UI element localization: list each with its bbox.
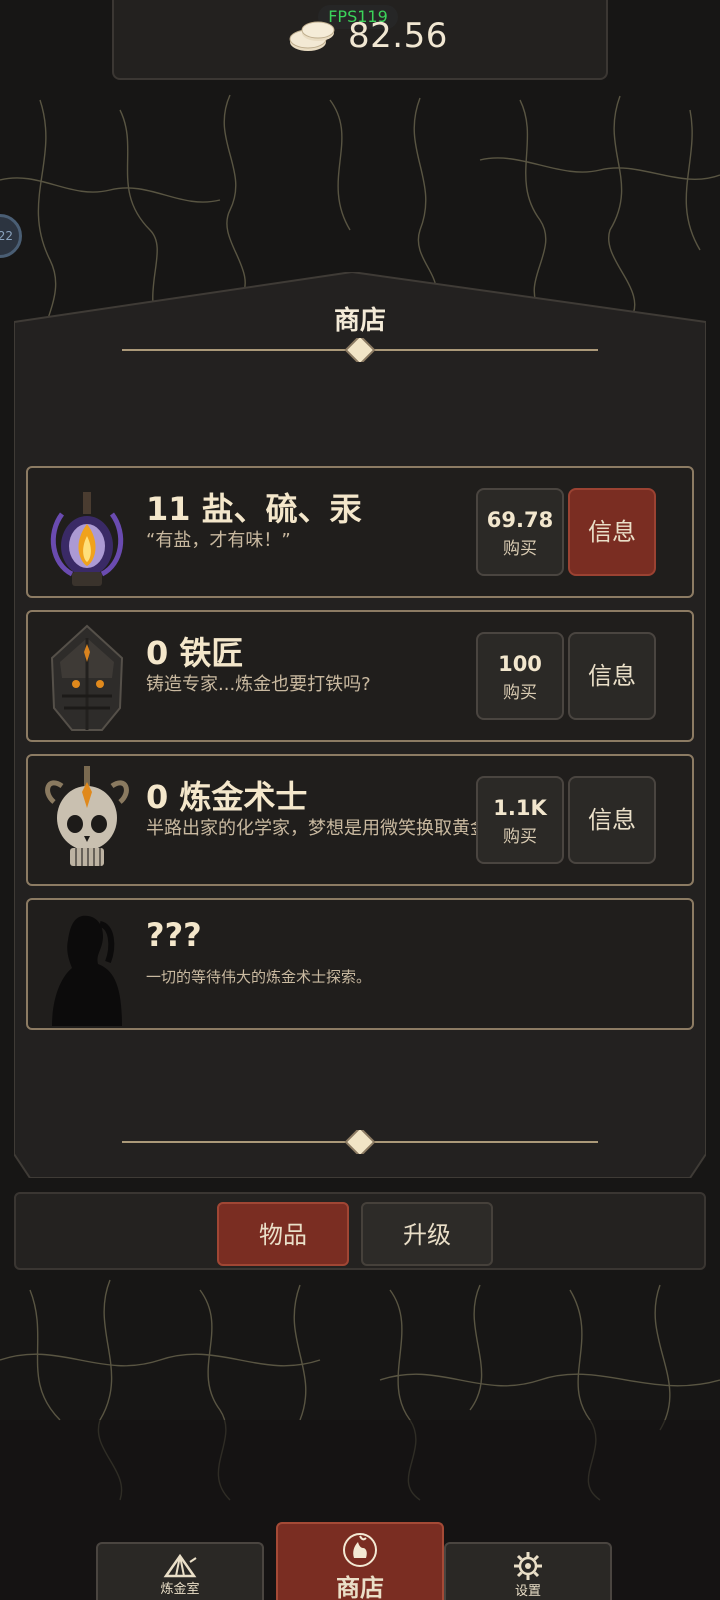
item-title: 11 盐、硫、汞 <box>146 490 362 528</box>
item-title: 0 铁匠 <box>146 634 244 672</box>
helmet-portrait <box>50 624 124 731</box>
buy-price: 100 <box>498 652 542 676</box>
gear-icon <box>514 1552 542 1580</box>
ornament-divider <box>122 338 598 362</box>
ornament-divider-bottom <box>122 1130 598 1154</box>
tab-items[interactable]: 物品 <box>217 1202 349 1266</box>
item-description: “有盐，才有味！” <box>146 530 291 551</box>
buy-button[interactable]: 100 购买 <box>476 632 564 720</box>
alchemy-hand-icon <box>343 1533 377 1567</box>
buy-button[interactable]: 69.78 购买 <box>476 488 564 576</box>
item-description: 铸造专家...炼金也要打铁吗? <box>146 674 371 695</box>
shop-tabs-bar: 物品 升级 <box>14 1192 706 1270</box>
info-button[interactable]: 信息 <box>568 776 656 864</box>
buy-label: 购买 <box>503 827 537 847</box>
buy-label: 购买 <box>503 539 537 559</box>
shop-item-alchemist: 0 炼金术士 半路出家的化学家，梦想是用微笑换取黄金 1.1K 购买 信息 <box>26 754 694 886</box>
item-title: ??? <box>146 916 202 954</box>
info-button[interactable]: 信息 <box>568 488 656 576</box>
tab-upgrades[interactable]: 升级 <box>361 1202 493 1266</box>
coins-icon <box>289 21 335 51</box>
nav-lab[interactable]: 炼金室 <box>96 1542 264 1600</box>
shop-item-blacksmith: 0 铁匠 铸造专家...炼金也要打铁吗? 100 购买 信息 <box>26 610 694 742</box>
buy-label: 购买 <box>503 683 537 703</box>
tent-icon <box>163 1553 197 1578</box>
nav-settings[interactable]: 设置 <box>444 1542 612 1600</box>
shop-panel: 商店 11 盐、硫、汞 “有盐，才有味！” 69.78 购买 信息 0 铁匠 铸… <box>14 272 706 1178</box>
skull-portrait <box>45 766 129 866</box>
nav-label: 炼金室 <box>160 1582 200 1597</box>
flask-flame-portrait <box>50 492 124 586</box>
currency-amount: 82.56 <box>348 16 448 56</box>
buy-button[interactable]: 1.1K 购买 <box>476 776 564 864</box>
item-description: 半路出家的化学家，梦想是用微笑换取黄金 <box>146 818 476 839</box>
shop-item-salt: 11 盐、硫、汞 “有盐，才有味！” 69.78 购买 信息 <box>26 466 694 598</box>
item-title: 0 炼金术士 <box>146 778 308 816</box>
shop-item-locked: ??? 一切的等待伟大的炼金术士探索。 <box>26 898 694 1030</box>
info-button[interactable]: 信息 <box>568 632 656 720</box>
shop-title: 商店 <box>333 306 386 336</box>
nav-label: 设置 <box>514 1584 541 1599</box>
nav-shop[interactable]: 商店 <box>276 1522 444 1600</box>
silhouette-portrait <box>52 915 122 1026</box>
buy-price: 1.1K <box>493 796 547 820</box>
buy-price: 69.78 <box>486 508 554 532</box>
nav-label: 商店 <box>336 1574 384 1600</box>
item-description: 一切的等待伟大的炼金术士探索。 <box>146 968 372 986</box>
